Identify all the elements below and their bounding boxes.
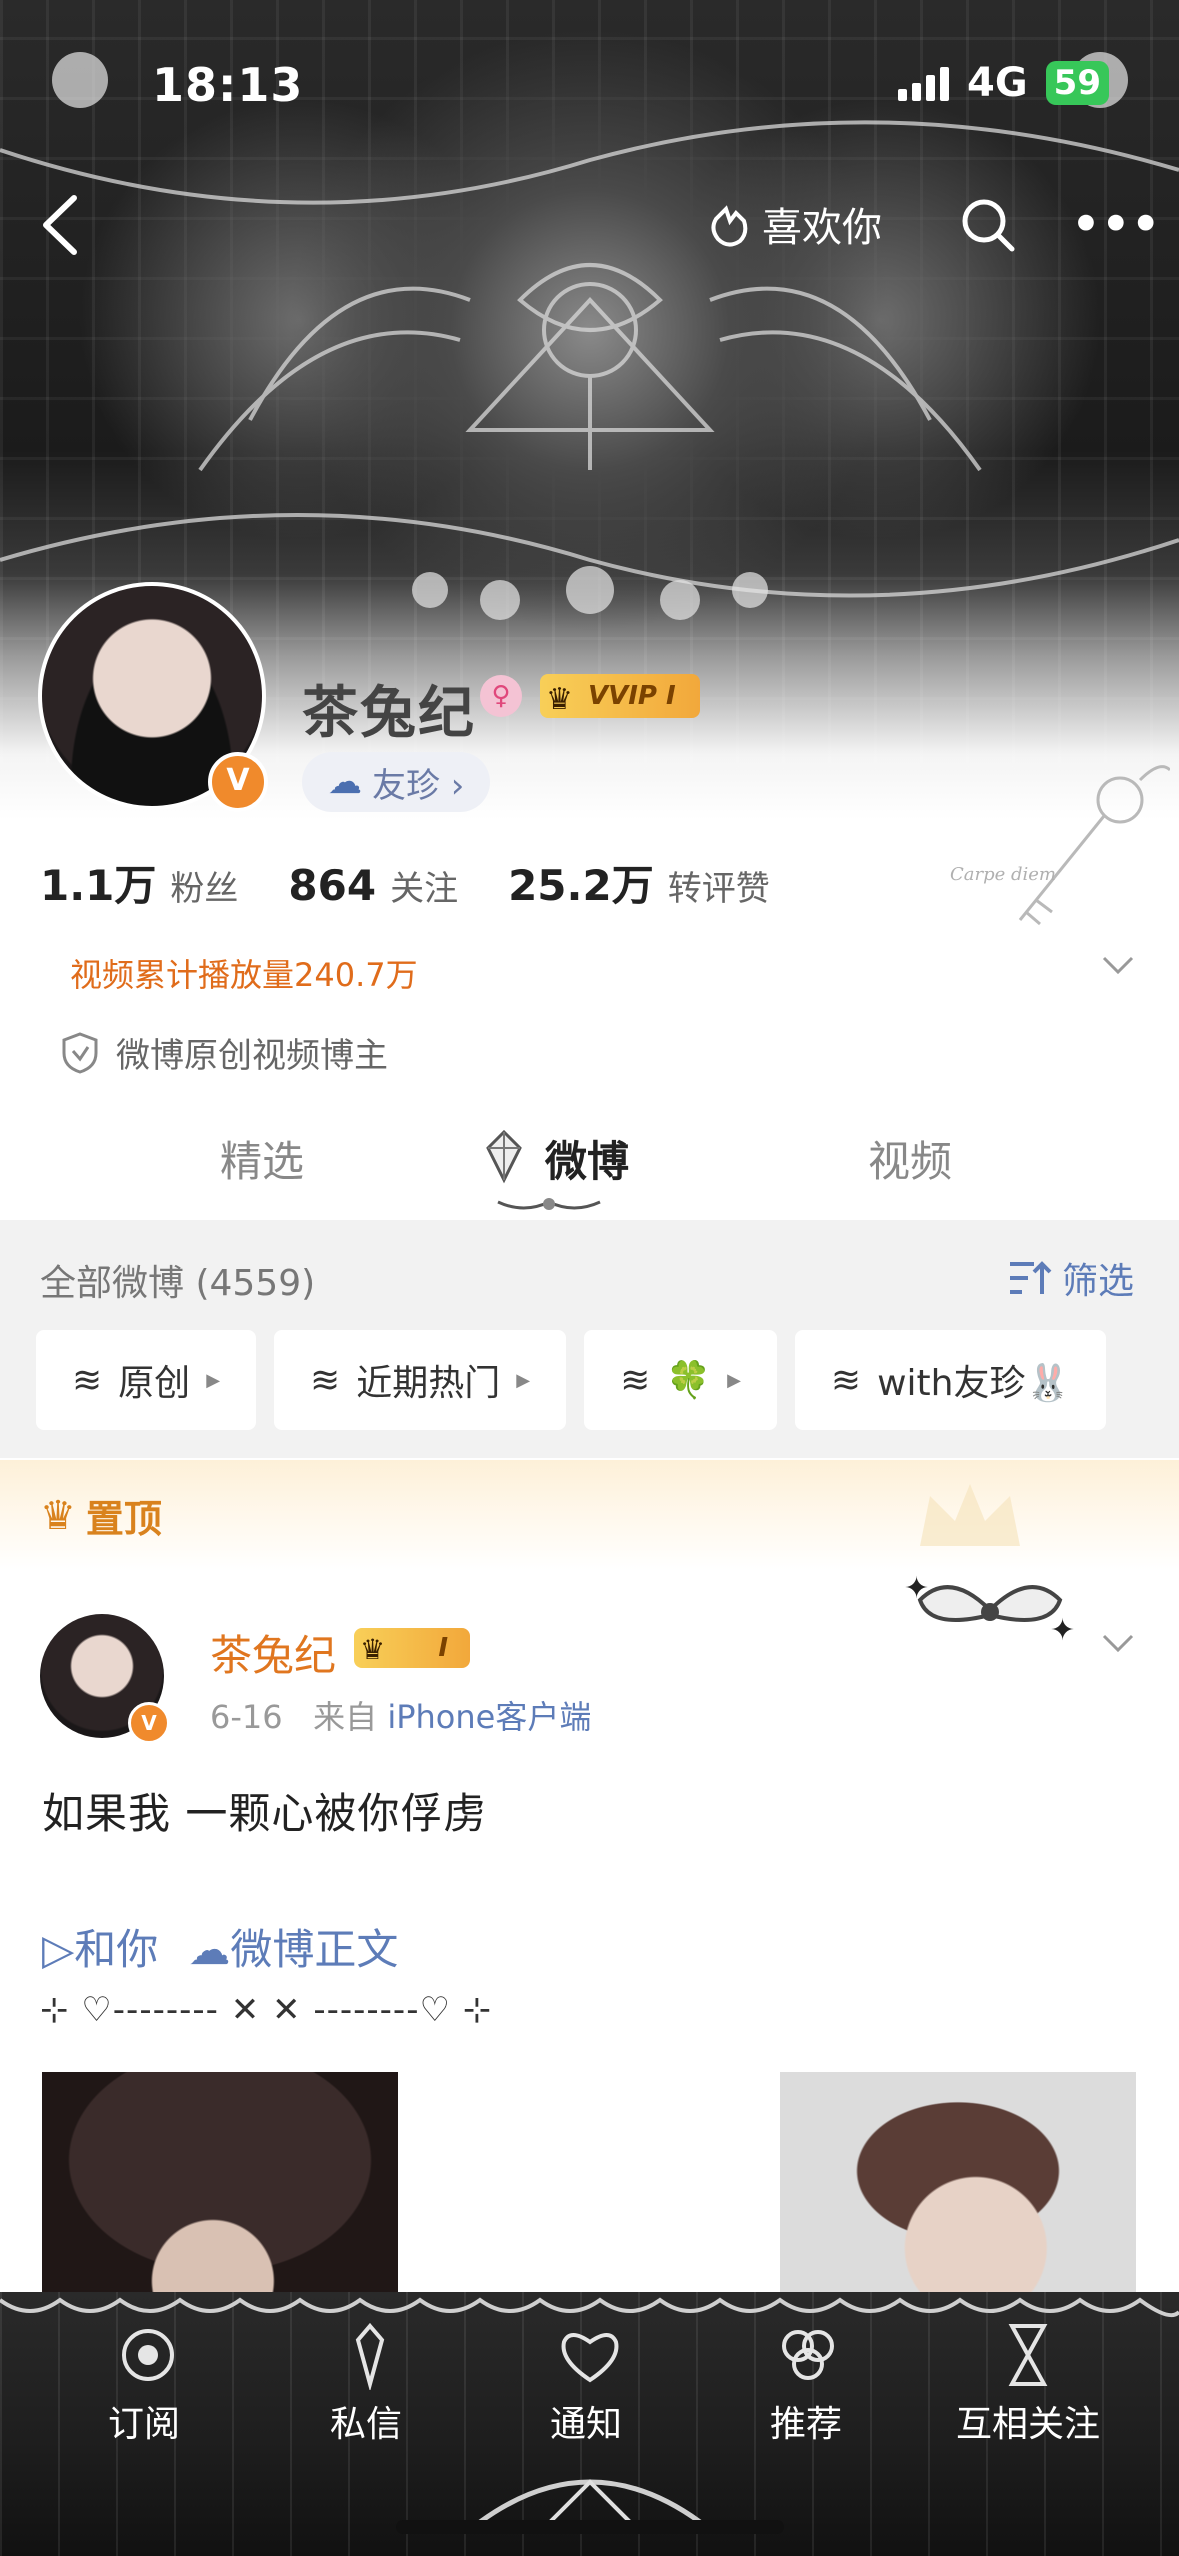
friend-chip[interactable]: ☁ 友珍 › bbox=[302, 752, 491, 812]
status-indicators: 4G 59 bbox=[898, 60, 1109, 106]
chip-with-youzhen[interactable]: ≋ with友珍🐰 bbox=[794, 1330, 1107, 1430]
cloud-icon: ☁ bbox=[188, 1925, 231, 1974]
filter-button[interactable]: 筛选 bbox=[1008, 1252, 1134, 1304]
notification-icon[interactable] bbox=[550, 2320, 630, 2390]
chip-label: 近期热门 bbox=[356, 1363, 501, 1404]
gem-icon bbox=[486, 1129, 522, 1184]
hourglass-icon[interactable] bbox=[988, 2320, 1068, 2390]
verified-badge: V bbox=[128, 1702, 170, 1744]
crown-watermark-icon bbox=[920, 1484, 1020, 1546]
vvip-label: VVIP I bbox=[588, 681, 676, 711]
category-chips: ≋ 原创 ▶ ≋ 近期热门 ▶ ≋ 🍀 ▶ ≋ with友珍🐰 bbox=[36, 1330, 1107, 1430]
caret-right-icon: ▶ bbox=[727, 1369, 741, 1391]
svg-text:✦: ✦ bbox=[904, 1571, 929, 1606]
search-icon[interactable] bbox=[958, 195, 1018, 255]
stat-following[interactable]: 864 关注 bbox=[288, 861, 458, 910]
layers-icon: ≋ bbox=[310, 1359, 341, 1401]
stat-label: 关注 bbox=[390, 869, 459, 909]
vip-label: I bbox=[438, 1633, 448, 1663]
chip-original[interactable]: ≋ 原创 ▶ bbox=[36, 1330, 257, 1430]
chip-label: 🍀 bbox=[666, 1360, 712, 1401]
all-weibo-count: 全部微博 (4559) bbox=[40, 1263, 316, 1304]
pinned-text: 置顶 bbox=[85, 1497, 162, 1541]
crown-icon: ♛ bbox=[40, 1492, 76, 1539]
chevron-down-icon[interactable] bbox=[1100, 954, 1136, 978]
post-image[interactable] bbox=[42, 2072, 398, 2292]
verification-row: 微博原创视频博主 bbox=[60, 1028, 388, 1077]
post-meta: 6-16 来自 iPhone客户端 bbox=[210, 1692, 591, 1738]
caret-right-icon: ▶ bbox=[516, 1369, 531, 1391]
post-image[interactable] bbox=[780, 2072, 1136, 2292]
profile-name: 茶兔纪 bbox=[302, 681, 476, 746]
stat-interactions[interactable]: 25.2万 转评赞 bbox=[508, 852, 770, 913]
chip-label: with友珍🐰 bbox=[877, 1363, 1071, 1404]
chevron-down-icon[interactable] bbox=[1100, 1632, 1136, 1656]
subscribe-icon[interactable] bbox=[108, 2320, 188, 2390]
verification-text: 微博原创视频博主 bbox=[116, 1036, 388, 1076]
tab-featured[interactable]: 精选 bbox=[220, 1128, 304, 1189]
post-text: 如果我 一颗心被你俘虏 bbox=[42, 1789, 487, 1838]
shield-icon bbox=[62, 1031, 98, 1074]
home-indicator[interactable] bbox=[396, 2520, 784, 2534]
battery-icon: 59 bbox=[1045, 61, 1109, 105]
verified-badge: V bbox=[208, 752, 268, 812]
status-time: 18:13 bbox=[152, 58, 304, 112]
like-you-label: 喜欢你 bbox=[762, 205, 882, 251]
pinned-label: ♛ 置顶 bbox=[40, 1488, 162, 1543]
filter-label: 筛选 bbox=[1062, 1261, 1135, 1302]
full-text-label: 微博正文 bbox=[230, 1925, 399, 1974]
tab-subscribe[interactable]: 订阅 bbox=[108, 2395, 180, 2447]
message-icon[interactable] bbox=[330, 2320, 410, 2390]
key-decoration: Carpe diem bbox=[950, 765, 1170, 926]
svg-text:✦: ✦ bbox=[1050, 1613, 1075, 1648]
tab-notifications[interactable]: 通知 bbox=[550, 2395, 622, 2447]
layers-icon: ≋ bbox=[72, 1359, 103, 1401]
hand-heart-icon bbox=[711, 205, 748, 247]
filter-icon bbox=[1010, 1261, 1052, 1294]
crown-icon: ♛ bbox=[546, 682, 573, 717]
profile-stats: 1.1万 粉丝 864 关注 25.2万 转评赞 bbox=[40, 852, 820, 913]
like-you-button[interactable]: 喜欢你 bbox=[706, 195, 882, 253]
chip-label: 原创 bbox=[118, 1363, 191, 1404]
vvip-badge[interactable]: ♛ VVIP I bbox=[540, 674, 700, 718]
post-links: ▷和你 ☁微博正文 bbox=[42, 1916, 398, 1977]
female-icon: ♀ bbox=[480, 675, 522, 717]
cloud-icon: ☁ bbox=[328, 762, 362, 802]
key-caption: Carpe diem bbox=[950, 864, 1056, 885]
tab-recommend[interactable]: 推荐 bbox=[770, 2395, 842, 2447]
layers-icon: ≋ bbox=[830, 1359, 862, 1401]
decorative-line: ⊹ ♡-------- ✕ ✕ --------♡ ⊹ bbox=[40, 1990, 493, 2030]
chip-clover[interactable]: ≋ 🍀 ▶ bbox=[584, 1330, 777, 1430]
tab-messages[interactable]: 私信 bbox=[330, 2395, 402, 2447]
post-source-prefix: 来自 bbox=[313, 1698, 378, 1736]
video-play-count[interactable]: 视频累计播放量240.7万 bbox=[70, 950, 418, 996]
network-type: 4G bbox=[967, 60, 1028, 106]
music-link[interactable]: ▷和你 bbox=[42, 1916, 158, 1977]
tab-video[interactable]: 视频 bbox=[868, 1128, 952, 1189]
stat-number: 25.2万 bbox=[508, 861, 654, 910]
post-source[interactable]: iPhone客户端 bbox=[387, 1698, 591, 1736]
caret-right-icon: ▶ bbox=[206, 1369, 221, 1391]
post-date: 6-16 bbox=[210, 1698, 283, 1736]
bow-sticker: ✦ ✦ bbox=[904, 1571, 1075, 1648]
more-options-icon[interactable]: ••• bbox=[1070, 198, 1162, 252]
layers-icon: ≋ bbox=[620, 1359, 651, 1401]
active-tab-indicator bbox=[497, 1198, 601, 1210]
crown-icon: ♛ bbox=[360, 1633, 386, 1666]
vip-badge: ♛ I bbox=[354, 1628, 470, 1668]
friend-chip-label: 友珍 › bbox=[372, 765, 465, 806]
stat-label: 粉丝 bbox=[170, 869, 239, 909]
back-arrow-icon[interactable] bbox=[30, 190, 90, 260]
tab-weibo[interactable]: 微博 bbox=[545, 1128, 629, 1189]
stat-label: 转评赞 bbox=[667, 869, 770, 909]
recommend-icon[interactable] bbox=[768, 2320, 848, 2390]
chip-recent-hot[interactable]: ≋ 近期热门 ▶ bbox=[274, 1330, 567, 1430]
stat-number: 1.1万 bbox=[40, 861, 157, 910]
stat-followers[interactable]: 1.1万 粉丝 bbox=[40, 852, 238, 913]
tab-mutual-follow[interactable]: 互相关注 bbox=[956, 2395, 1100, 2447]
post-author-name[interactable]: 茶兔纪 bbox=[210, 1622, 336, 1683]
stat-number: 864 bbox=[288, 861, 377, 910]
cellular-signal-icon bbox=[898, 65, 949, 101]
full-text-link[interactable]: ☁微博正文 bbox=[188, 1916, 398, 1977]
